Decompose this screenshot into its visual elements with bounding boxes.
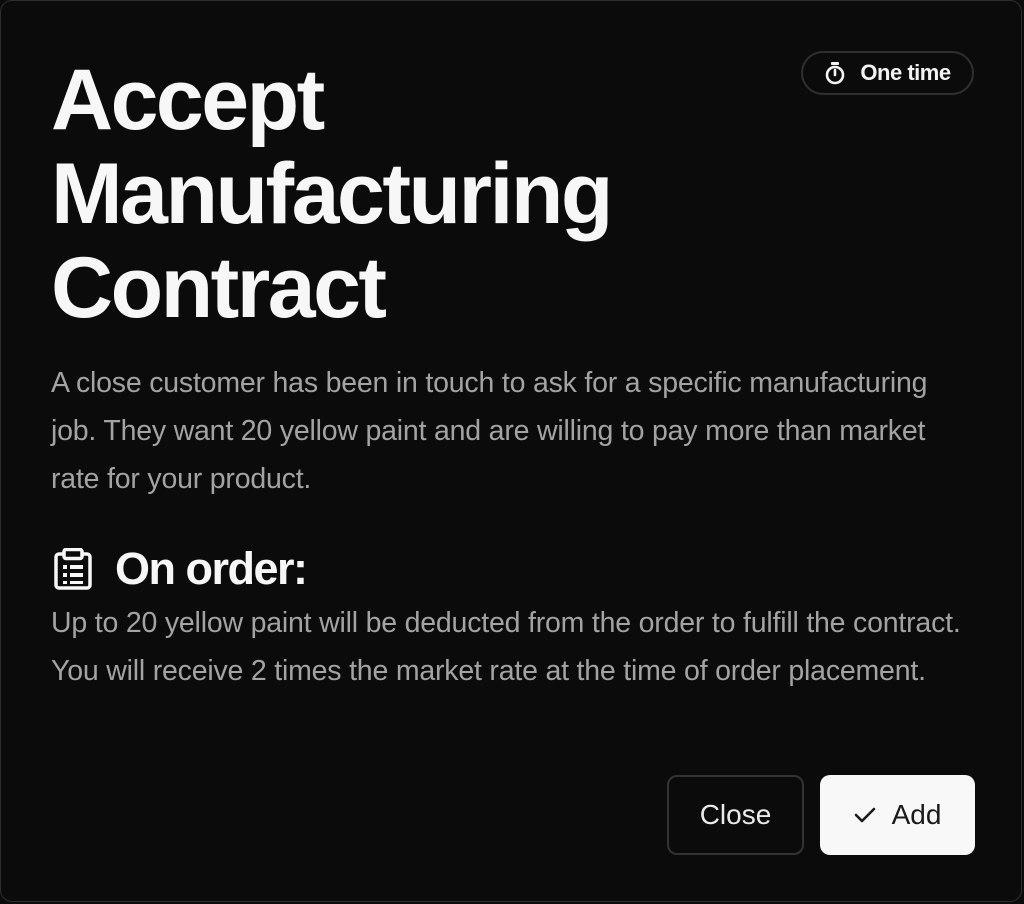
on-order-text: Up to 20 yellow paint will be deducted f… [51,607,961,687]
frequency-badge: One time [801,51,974,95]
check-icon [854,806,876,824]
dialog-title: Accept Manufacturing Contract [51,52,613,336]
clipboard-icon [53,548,93,590]
contract-dialog: One time Accept Manufacturing Contract A… [0,0,1022,902]
add-button[interactable]: Add [820,775,975,855]
stopwatch-icon [824,61,846,85]
badge-label: One time [860,60,951,85]
close-button[interactable]: Close [667,775,804,855]
on-order-header: On order: [53,541,308,597]
add-button-label: Add [891,799,942,830]
dialog-description: A close customer has been in touch to as… [51,367,928,495]
close-button-label: Close [699,799,772,830]
on-order-heading: On order: [115,543,308,594]
